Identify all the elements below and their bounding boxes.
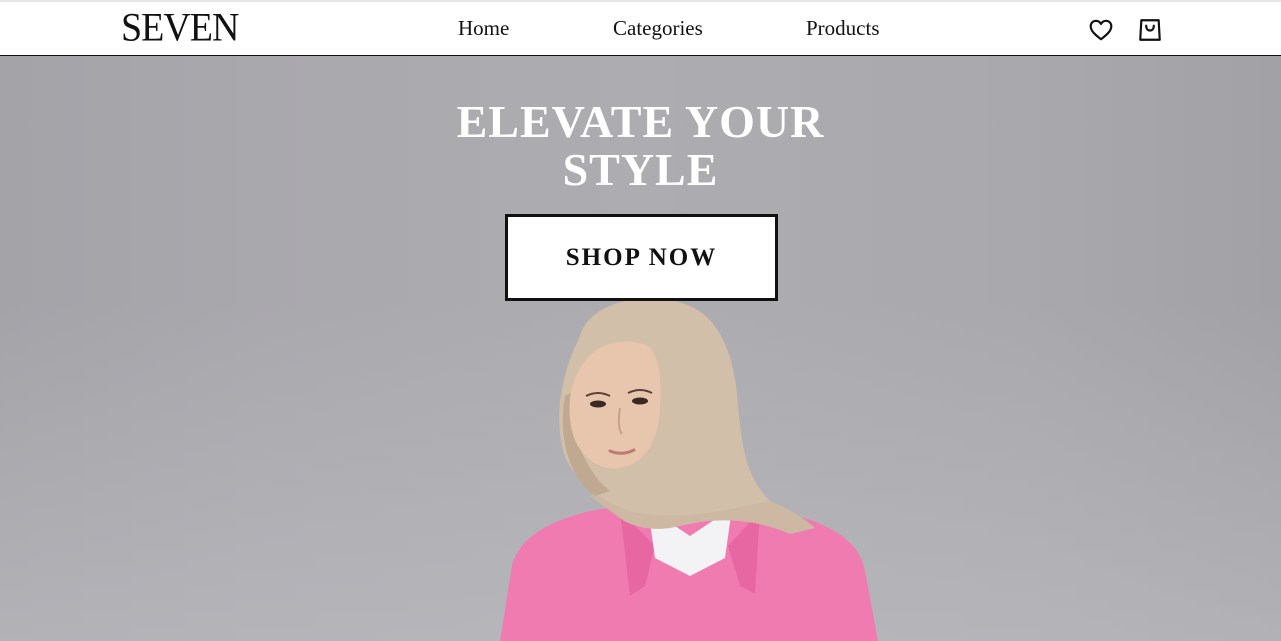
- shopping-bag-icon[interactable]: [1137, 17, 1163, 43]
- hero-banner: ELEVATE YOUR STYLE SHOP NOW: [0, 56, 1281, 641]
- nav-link-products[interactable]: Products: [806, 18, 880, 39]
- hero-title-line-1: ELEVATE YOUR: [456, 96, 825, 147]
- navbar: SEVEN Home Categories Products: [0, 0, 1281, 56]
- hero-title: ELEVATE YOUR STYLE: [0, 98, 1281, 194]
- page: SEVEN Home Categories Products ELEVATE Y…: [0, 0, 1281, 641]
- heart-icon[interactable]: [1088, 17, 1114, 43]
- hero-title-line-2: STYLE: [562, 144, 719, 195]
- shop-now-button[interactable]: SHOP NOW: [505, 214, 778, 301]
- brand-logo[interactable]: SEVEN: [121, 8, 239, 48]
- nav-link-categories[interactable]: Categories: [613, 18, 703, 39]
- hero-model-image: [470, 296, 910, 641]
- nav-link-home[interactable]: Home: [458, 18, 509, 39]
